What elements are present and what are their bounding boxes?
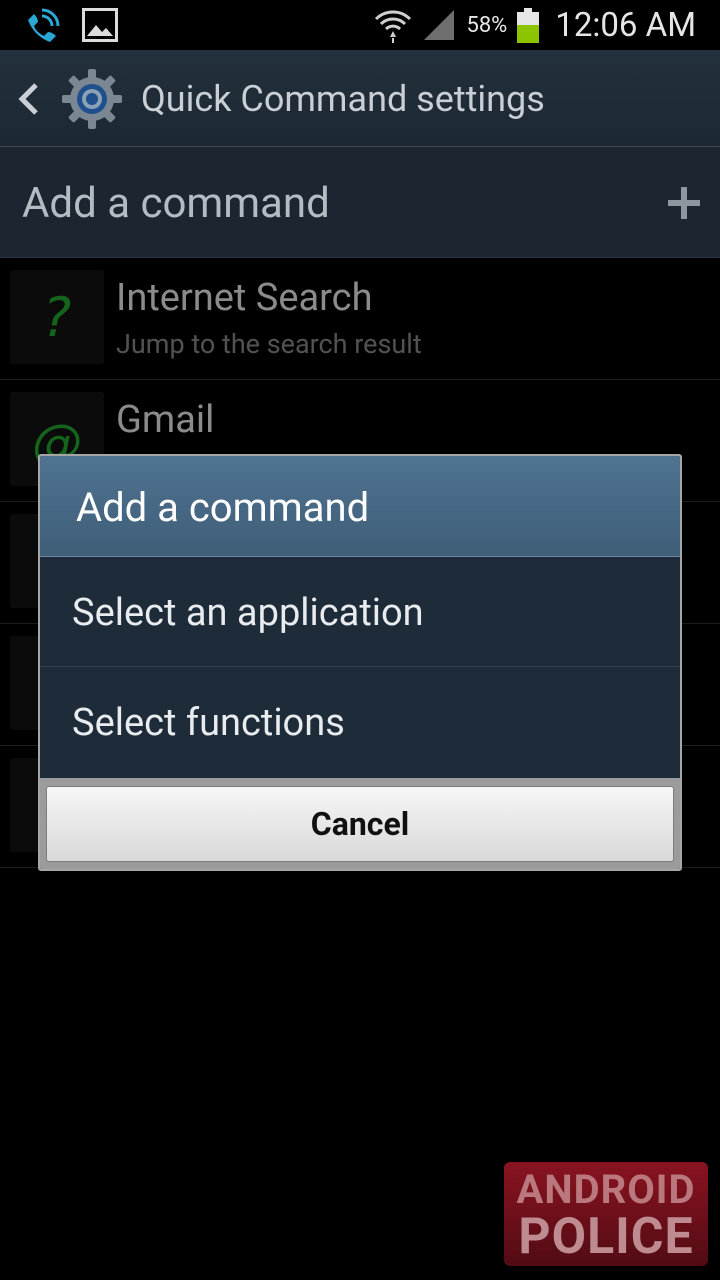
dialog-title: Add a command <box>76 484 370 531</box>
cancel-button[interactable]: Cancel <box>46 786 674 862</box>
watermark-line2: POLICE <box>518 1208 694 1266</box>
dialog-footer: Cancel <box>40 778 680 869</box>
page-title: Quick Command settings <box>141 78 545 120</box>
add-command-label: Add a command <box>22 179 330 228</box>
status-right: 58% 12:06 AM <box>374 0 696 50</box>
battery-icon <box>517 7 540 43</box>
select-functions-option[interactable]: Select functions <box>40 667 680 778</box>
add-command-dialog: Add a command Select an application Sele… <box>38 454 682 871</box>
watermark-line1: ANDROID <box>516 1166 696 1213</box>
back-chevron-icon[interactable] <box>16 82 42 116</box>
status-left <box>22 6 118 44</box>
clock: 12:06 AM <box>555 5 696 45</box>
gallery-icon <box>82 8 118 42</box>
option-label: Select functions <box>72 701 345 745</box>
gear-icon[interactable] <box>60 67 124 131</box>
dialog-header: Add a command <box>40 456 680 557</box>
action-bar: Quick Command settings <box>0 50 720 147</box>
wifi-icon <box>375 10 412 43</box>
option-label: Select an application <box>72 591 424 635</box>
signal-icon <box>424 10 455 40</box>
plus-icon[interactable] <box>667 186 701 220</box>
android-police-watermark: ANDROID POLICE <box>504 1162 708 1266</box>
select-application-option[interactable]: Select an application <box>40 557 680 667</box>
status-bar: 58% 12:06 AM <box>0 0 720 50</box>
battery-percent: 58% <box>466 12 508 38</box>
dialog-body: Add a command Select an application Sele… <box>40 456 680 869</box>
add-command-bar[interactable]: Add a command <box>0 147 720 258</box>
wifi-calling-icon <box>28 8 60 42</box>
